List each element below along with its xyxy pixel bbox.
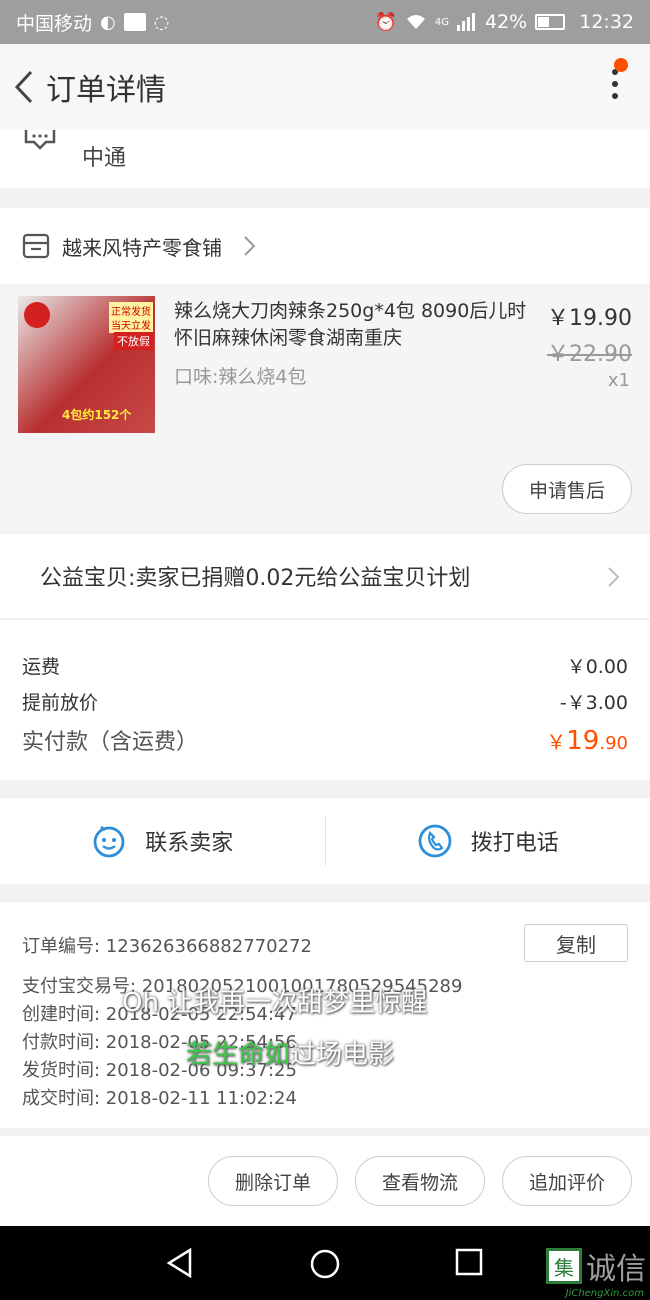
shipping-row: 运费 ￥0.00 [22, 652, 628, 679]
nav-back-icon[interactable] [166, 1248, 194, 1278]
charity-row[interactable]: 公益宝贝:卖家已捐赠0.02元给公益宝贝计划 [0, 534, 650, 618]
discount-row: 提前放价 -￥3.00 [22, 688, 628, 715]
contact-seller-button[interactable]: 联系卖家 [0, 798, 325, 884]
order-number: 订单编号: 1236263668827702​72 [22, 936, 312, 957]
action-bar: 删除订单 查看物流 追加评价 [0, 1136, 650, 1226]
total-decimal: .90 [599, 733, 628, 754]
watermark-url: JiChengXin.com [565, 1288, 644, 1299]
image-logo [24, 302, 50, 328]
subtitle-line-2: 若生命如过场电影 [186, 1034, 394, 1071]
back-arrow-icon [14, 70, 33, 104]
shop-header[interactable]: 越来风特产零食铺 [0, 208, 650, 284]
contact-seller-label: 联系卖家 [145, 831, 234, 856]
copy-button[interactable]: 复制 [524, 924, 628, 962]
carrier-logo-icon: ◐ [100, 11, 116, 33]
total-value: ￥19.90 [546, 726, 628, 756]
subtitle-line-1: Oh 让我再一次甜梦里惊醒 [122, 988, 428, 1018]
wifi-icon [406, 15, 425, 29]
clock: 12:32 [579, 11, 634, 33]
image-caption: 4包约152个 [62, 408, 132, 422]
product-variant: 口味:辣么烧4包 [174, 366, 307, 388]
shipping-value: ￥0.00 [566, 656, 628, 678]
product-original-price: ￥22.90 [547, 342, 632, 367]
delete-order-button[interactable]: 删除订单 [208, 1156, 338, 1206]
shipping-label: 运费 [22, 656, 61, 678]
back-button[interactable] [2, 57, 46, 117]
total-currency: ￥ [546, 730, 567, 754]
signal-icon [457, 13, 475, 31]
app-notification-icon [123, 13, 146, 31]
view-logistics-button[interactable]: 查看物流 [355, 1156, 485, 1206]
alarm-icon: ⏰ [374, 11, 397, 33]
logistics-section[interactable]: 中通 [0, 130, 650, 188]
watermark-logo-icon: 集 [546, 1248, 582, 1284]
subtitle-rest: 过场电影 [290, 1040, 395, 1070]
more-dot-2 [612, 81, 618, 87]
watermark: 集 诚信 [546, 1244, 646, 1288]
call-phone-button[interactable]: 拨打电话 [326, 798, 650, 884]
chevron-right-icon [608, 567, 620, 587]
contact-bar: 联系卖家 拨打电话 [0, 798, 650, 884]
chevron-right-icon [244, 236, 256, 256]
logistics-carrier: 中通 [82, 146, 127, 171]
shop-name: 越来风特产零食铺 [62, 235, 222, 260]
total-row: 实付款（含运费） ￥19.90 [22, 724, 628, 756]
product-price: ￥19.90 [547, 306, 632, 331]
add-review-button[interactable]: 追加评价 [502, 1156, 632, 1206]
more-menu-button[interactable] [608, 66, 622, 106]
phone-icon [418, 824, 452, 858]
wechat-icon: ◌ [153, 11, 170, 33]
call-phone-label: 拨打电话 [470, 831, 559, 856]
shop-section: 越来风特产零食铺 正常发货 当天立发 不放假 4包约152个 辣么烧大刀肉辣条2… [0, 208, 650, 532]
page-title: 订单详情 [46, 73, 166, 108]
completed-time: 成交时间: 2018-02-11 11:02:24 [22, 1088, 297, 1109]
charity-text: 公益宝贝:卖家已捐赠0.02元给公益宝贝计划 [40, 566, 471, 591]
after-sale-button[interactable]: 申请售后 [502, 464, 632, 514]
nav-home-icon[interactable] [309, 1248, 341, 1280]
nav-bar: 订单详情 [0, 44, 650, 130]
payment-summary: 运费 ￥0.00 提前放价 -￥3.00 实付款（含运费） ￥19.90 [0, 620, 650, 780]
carrier-label: 中国移动 [16, 12, 93, 35]
subtitle-highlight: 若生命如 [186, 1040, 291, 1070]
battery-percent: 42% [485, 11, 528, 33]
chat-smile-icon [93, 825, 125, 858]
total-integer: 19 [566, 726, 600, 756]
total-label: 实付款（含运费） [22, 730, 199, 755]
product-image[interactable]: 正常发货 当天立发 不放假 4包约152个 [18, 296, 155, 433]
image-badge-3: 不放假 [114, 332, 153, 350]
product-quantity: x1 [607, 370, 630, 391]
message-icon [24, 130, 56, 150]
battery-icon [535, 14, 566, 30]
discount-value: -￥3.00 [559, 692, 628, 714]
image-badge-2: 当天立发 [109, 316, 153, 333]
notification-dot [614, 58, 628, 72]
more-dot-3 [612, 93, 618, 99]
watermark-text: 诚信 [586, 1252, 646, 1287]
nav-recents-icon[interactable] [455, 1248, 483, 1276]
status-bar: 中国移动 ◐ ◌ ⏰ 4G 42% 12:32 [0, 0, 650, 44]
product-title[interactable]: 辣么烧大刀肉辣条250g*4包 8090后儿时怀旧麻辣休闲零食湖南重庆 [174, 298, 544, 352]
discount-label: 提前放价 [22, 692, 99, 714]
network-type-label: 4G [434, 17, 449, 28]
store-icon [22, 233, 50, 259]
